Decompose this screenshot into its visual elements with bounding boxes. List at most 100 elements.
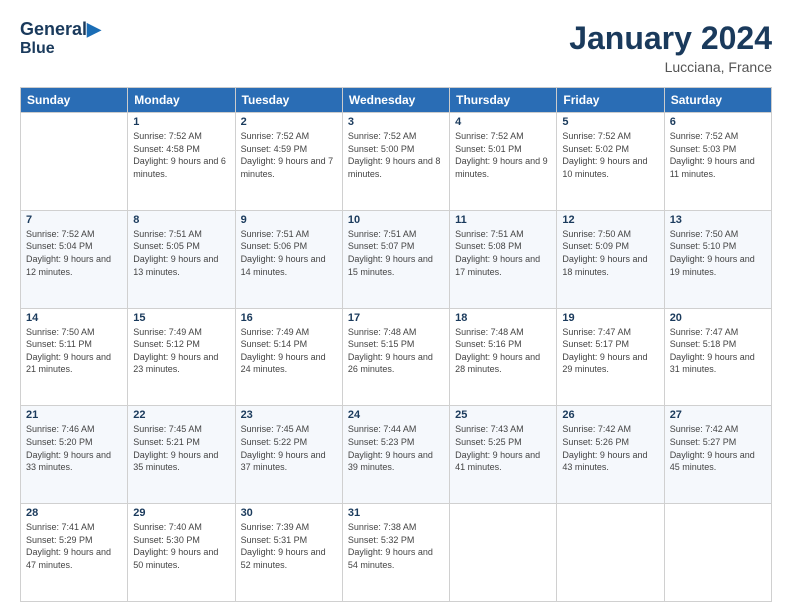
day-info: Sunrise: 7:45 AMSunset: 5:21 PMDaylight:…	[133, 423, 229, 473]
calendar-cell: 24Sunrise: 7:44 AMSunset: 5:23 PMDayligh…	[342, 406, 449, 504]
day-info: Sunrise: 7:52 AMSunset: 4:58 PMDaylight:…	[133, 130, 229, 180]
calendar-cell	[21, 113, 128, 211]
calendar-cell: 4 Sunrise: 7:52 AMSunset: 5:01 PMDaylight…	[450, 113, 557, 211]
calendar-week-3: 21Sunrise: 7:46 AMSunset: 5:20 PMDayligh…	[21, 406, 772, 504]
day-number: 6	[670, 116, 766, 128]
calendar-cell: 14 Sunrise: 7:50 AMSunset: 5:11 PMDayligh…	[21, 308, 128, 406]
day-number: 23	[241, 409, 337, 421]
day-number: 26	[562, 409, 658, 421]
day-number: 28	[26, 507, 122, 519]
day-number: 16	[241, 312, 337, 324]
day-number: 22	[133, 409, 229, 421]
day-number: 1	[133, 116, 229, 128]
calendar-week-1: 7 Sunrise: 7:52 AMSunset: 5:04 PMDaylight…	[21, 210, 772, 308]
day-info: Sunrise: 7:52 AMSunset: 5:01 PMDaylight:…	[455, 130, 551, 180]
calendar-cell: 9 Sunrise: 7:51 AMSunset: 5:06 PMDaylight…	[235, 210, 342, 308]
day-number: 9	[241, 214, 337, 226]
day-info: Sunrise: 7:38 AMSunset: 5:32 PMDaylight:…	[348, 521, 444, 571]
weekday-header-tuesday: Tuesday	[235, 88, 342, 113]
title-area: January 2024 Lucciana, France	[569, 20, 772, 75]
day-info: Sunrise: 7:43 AMSunset: 5:25 PMDaylight:…	[455, 423, 551, 473]
calendar-cell: 7 Sunrise: 7:52 AMSunset: 5:04 PMDaylight…	[21, 210, 128, 308]
calendar-cell: 30 Sunrise: 7:39 AMSunset: 5:31 PMDayligh…	[235, 504, 342, 602]
day-info: Sunrise: 7:42 AMSunset: 5:26 PMDaylight:…	[562, 423, 658, 473]
day-info: Sunrise: 7:52 AMSunset: 4:59 PMDaylight:…	[241, 130, 337, 180]
day-number: 30	[241, 507, 337, 519]
calendar-cell: 25 Sunrise: 7:43 AMSunset: 5:25 PMDayligh…	[450, 406, 557, 504]
weekday-header-thursday: Thursday	[450, 88, 557, 113]
day-number: 7	[26, 214, 122, 226]
calendar-week-0: 1 Sunrise: 7:52 AMSunset: 4:58 PMDaylight…	[21, 113, 772, 211]
day-info: Sunrise: 7:52 AMSunset: 5:00 PMDaylight:…	[348, 130, 444, 180]
calendar-cell: 19 Sunrise: 7:47 AMSunset: 5:17 PMDayligh…	[557, 308, 664, 406]
weekday-header-sunday: Sunday	[21, 88, 128, 113]
day-info: Sunrise: 7:50 AMSunset: 5:10 PMDaylight:…	[670, 228, 766, 278]
day-number: 13	[670, 214, 766, 226]
calendar-cell: 6 Sunrise: 7:52 AMSunset: 5:03 PMDaylight…	[664, 113, 771, 211]
calendar-cell: 10Sunrise: 7:51 AMSunset: 5:07 PMDayligh…	[342, 210, 449, 308]
calendar-cell	[557, 504, 664, 602]
day-number: 19	[562, 312, 658, 324]
day-info: Sunrise: 7:47 AMSunset: 5:17 PMDaylight:…	[562, 326, 658, 376]
calendar-cell: 16 Sunrise: 7:49 AMSunset: 5:14 PMDayligh…	[235, 308, 342, 406]
calendar-cell: 15 Sunrise: 7:49 AMSunset: 5:12 PMDayligh…	[128, 308, 235, 406]
calendar-table: SundayMondayTuesdayWednesdayThursdayFrid…	[20, 87, 772, 602]
calendar-cell: 31Sunrise: 7:38 AMSunset: 5:32 PMDayligh…	[342, 504, 449, 602]
day-info: Sunrise: 7:52 AMSunset: 5:04 PMDaylight:…	[26, 228, 122, 278]
calendar-cell	[450, 504, 557, 602]
day-info: Sunrise: 7:51 AMSunset: 5:08 PMDaylight:…	[455, 228, 551, 278]
day-info: Sunrise: 7:49 AMSunset: 5:14 PMDaylight:…	[241, 326, 337, 376]
day-number: 14	[26, 312, 122, 324]
day-info: Sunrise: 7:50 AMSunset: 5:09 PMDaylight:…	[562, 228, 658, 278]
day-number: 17	[348, 312, 444, 324]
month-title: January 2024	[569, 20, 772, 57]
day-info: Sunrise: 7:41 AMSunset: 5:29 PMDaylight:…	[26, 521, 122, 571]
weekday-header-monday: Monday	[128, 88, 235, 113]
day-number: 12	[562, 214, 658, 226]
day-info: Sunrise: 7:45 AMSunset: 5:22 PMDaylight:…	[241, 423, 337, 473]
calendar-cell: 21Sunrise: 7:46 AMSunset: 5:20 PMDayligh…	[21, 406, 128, 504]
day-info: Sunrise: 7:51 AMSunset: 5:06 PMDaylight:…	[241, 228, 337, 278]
calendar-cell: 27 Sunrise: 7:42 AMSunset: 5:27 PMDayligh…	[664, 406, 771, 504]
day-info: Sunrise: 7:50 AMSunset: 5:11 PMDaylight:…	[26, 326, 122, 376]
page: General▶ Blue January 2024 Lucciana, Fra…	[0, 0, 792, 612]
calendar-cell: 17 Sunrise: 7:48 AMSunset: 5:15 PMDayligh…	[342, 308, 449, 406]
day-number: 27	[670, 409, 766, 421]
weekday-header-row: SundayMondayTuesdayWednesdayThursdayFrid…	[21, 88, 772, 113]
calendar-cell: 2 Sunrise: 7:52 AMSunset: 4:59 PMDaylight…	[235, 113, 342, 211]
day-info: Sunrise: 7:44 AMSunset: 5:23 PMDaylight:…	[348, 423, 444, 473]
calendar-cell: 11Sunrise: 7:51 AMSunset: 5:08 PMDayligh…	[450, 210, 557, 308]
day-number: 29	[133, 507, 229, 519]
calendar-week-4: 28 Sunrise: 7:41 AMSunset: 5:29 PMDayligh…	[21, 504, 772, 602]
calendar-cell: 3 Sunrise: 7:52 AMSunset: 5:00 PMDaylight…	[342, 113, 449, 211]
calendar-cell: 28 Sunrise: 7:41 AMSunset: 5:29 PMDayligh…	[21, 504, 128, 602]
calendar-cell: 26 Sunrise: 7:42 AMSunset: 5:26 PMDayligh…	[557, 406, 664, 504]
calendar-cell	[664, 504, 771, 602]
day-number: 5	[562, 116, 658, 128]
calendar-cell: 12 Sunrise: 7:50 AMSunset: 5:09 PMDayligh…	[557, 210, 664, 308]
logo-subtext: Blue	[20, 40, 101, 58]
day-number: 4	[455, 116, 551, 128]
calendar-cell: 20Sunrise: 7:47 AMSunset: 5:18 PMDayligh…	[664, 308, 771, 406]
day-info: Sunrise: 7:42 AMSunset: 5:27 PMDaylight:…	[670, 423, 766, 473]
day-info: Sunrise: 7:48 AMSunset: 5:15 PMDaylight:…	[348, 326, 444, 376]
day-number: 15	[133, 312, 229, 324]
calendar-cell: 1 Sunrise: 7:52 AMSunset: 4:58 PMDaylight…	[128, 113, 235, 211]
calendar-cell: 13 Sunrise: 7:50 AMSunset: 5:10 PMDayligh…	[664, 210, 771, 308]
day-info: Sunrise: 7:52 AMSunset: 5:03 PMDaylight:…	[670, 130, 766, 180]
header: General▶ Blue January 2024 Lucciana, Fra…	[20, 20, 772, 75]
day-number: 3	[348, 116, 444, 128]
day-info: Sunrise: 7:49 AMSunset: 5:12 PMDaylight:…	[133, 326, 229, 376]
weekday-header-friday: Friday	[557, 88, 664, 113]
location-subtitle: Lucciana, France	[569, 59, 772, 75]
day-number: 8	[133, 214, 229, 226]
day-info: Sunrise: 7:51 AMSunset: 5:07 PMDaylight:…	[348, 228, 444, 278]
calendar-cell: 29Sunrise: 7:40 AMSunset: 5:30 PMDayligh…	[128, 504, 235, 602]
day-info: Sunrise: 7:47 AMSunset: 5:18 PMDaylight:…	[670, 326, 766, 376]
day-number: 2	[241, 116, 337, 128]
day-number: 18	[455, 312, 551, 324]
logo-text: General▶	[20, 20, 101, 40]
day-info: Sunrise: 7:52 AMSunset: 5:02 PMDaylight:…	[562, 130, 658, 180]
day-info: Sunrise: 7:39 AMSunset: 5:31 PMDaylight:…	[241, 521, 337, 571]
day-number: 25	[455, 409, 551, 421]
